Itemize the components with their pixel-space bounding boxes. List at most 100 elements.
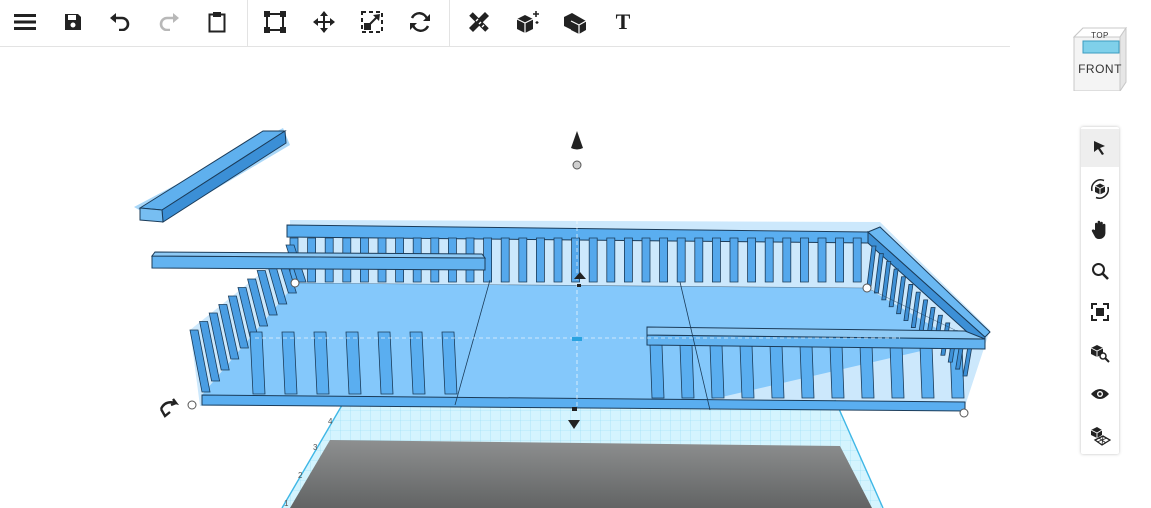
visibility-toggle-button[interactable] — [1081, 375, 1119, 413]
crib-bar — [659, 237, 668, 283]
eye-icon — [1091, 389, 1109, 399]
top-toolbar: T — [0, 0, 1010, 47]
crib-bar — [518, 237, 528, 283]
crib-bar — [345, 331, 362, 395]
object-shadow — [290, 440, 872, 508]
move-button[interactable] — [305, 4, 343, 40]
crib-bar — [782, 237, 792, 283]
crib-bar — [769, 344, 785, 399]
edge-marker — [572, 407, 577, 411]
crib-bar — [624, 237, 633, 283]
crib-bar — [799, 344, 815, 399]
crib-bar — [500, 237, 510, 283]
crib-bar — [409, 331, 426, 395]
workplane-viewport[interactable]: 4 3 2 1 — [0, 46, 1010, 508]
zoom-tool-button[interactable] — [1081, 252, 1119, 290]
cube-sparkle-icon — [516, 11, 539, 33]
crib-bar — [829, 344, 845, 399]
middle-rail-part[interactable] — [151, 251, 487, 271]
orbit-cube-icon — [1091, 179, 1109, 199]
rotate-handle-icon[interactable] — [159, 398, 180, 418]
text-icon: T — [615, 9, 631, 34]
crib-bar — [313, 331, 330, 395]
undo-button[interactable] — [101, 4, 139, 40]
zoom-selected-button[interactable] — [1081, 334, 1119, 372]
hand-icon — [1091, 220, 1106, 240]
ruler-button[interactable] — [460, 4, 498, 40]
crib-bar — [377, 331, 394, 395]
crib-bar — [676, 237, 686, 283]
clipboard-icon — [208, 12, 226, 33]
corner-handle[interactable] — [290, 278, 300, 288]
ruler-tick-label: 4 — [328, 417, 333, 426]
crib-bar — [679, 344, 695, 399]
undo-arrow-icon — [110, 13, 130, 31]
corner-handle[interactable] — [959, 408, 969, 418]
workplane-icon — [1090, 427, 1111, 446]
crib-bar — [739, 344, 755, 399]
bounding-box-button[interactable] — [256, 4, 294, 40]
cube-magnifier-icon — [1090, 345, 1110, 363]
crib-bar — [859, 344, 875, 399]
scale-icon — [361, 11, 383, 33]
crib-bar — [606, 237, 616, 283]
floating-bar-part[interactable] — [134, 128, 290, 223]
corner-handle[interactable] — [862, 283, 872, 293]
bounding-box-icon — [264, 11, 286, 33]
lift-handle[interactable] — [571, 131, 583, 170]
crib-bar — [729, 237, 739, 283]
redo-arrow-icon — [159, 13, 179, 31]
crib-bar — [889, 344, 905, 399]
ruler-tick-label: 3 — [313, 443, 318, 452]
floppy-disk-icon — [65, 14, 81, 30]
menu-button[interactable] — [6, 4, 44, 40]
redo-button[interactable] — [150, 4, 188, 40]
crib-bar — [536, 237, 545, 283]
hamburger-menu-icon — [14, 14, 36, 30]
text-button[interactable]: T — [604, 4, 642, 40]
ruler-pencil-icon — [469, 12, 489, 32]
view-tools-toolbar — [1081, 127, 1119, 454]
crib-bar — [553, 237, 563, 283]
crib-bar — [835, 237, 844, 283]
crib-bar — [694, 237, 704, 283]
cubes-icon — [564, 13, 587, 34]
crib-bar — [649, 344, 665, 399]
ruler-tick-label: 1 — [284, 499, 289, 508]
crib-bar — [641, 237, 651, 283]
ruler-tick-label: 2 — [298, 471, 303, 480]
move-arrows-icon — [313, 11, 335, 33]
clipboard-button[interactable] — [198, 4, 236, 40]
select-tool-button[interactable] — [1081, 129, 1119, 167]
height-handle-marker — [577, 284, 581, 287]
crib-bar — [712, 237, 721, 283]
scale-button[interactable] — [353, 4, 391, 40]
crib-bar — [441, 331, 458, 395]
orbit-tool-button[interactable] — [1081, 170, 1119, 208]
pan-tool-button[interactable] — [1081, 211, 1119, 249]
rotate-button[interactable] — [401, 4, 439, 40]
crib-bar — [709, 344, 725, 399]
crib-bar — [747, 237, 756, 283]
crib-bar — [800, 237, 809, 283]
workplane-tool-button[interactable] — [1081, 416, 1119, 454]
view-cube[interactable]: TOP FRONT — [1073, 27, 1127, 91]
fit-frame-icon — [1091, 303, 1109, 321]
crib-model[interactable] — [151, 220, 991, 412]
fit-view-button[interactable] — [1081, 293, 1119, 331]
save-button[interactable] — [54, 4, 92, 40]
toolbar-divider — [449, 0, 450, 46]
crib-bar — [588, 237, 598, 283]
rotate-arrows-icon — [410, 12, 430, 32]
crib-bar — [852, 237, 862, 283]
crib-bar — [281, 331, 298, 395]
crib-bar — [249, 331, 266, 395]
corner-handle[interactable] — [187, 400, 197, 410]
shapes-button[interactable] — [556, 4, 594, 40]
crib-bar — [764, 237, 774, 283]
crib-bar — [817, 237, 827, 283]
center-marker[interactable] — [572, 337, 582, 341]
view-cube-top-label: TOP — [1091, 31, 1109, 40]
add-shape-button[interactable] — [509, 4, 547, 40]
crib-bar — [919, 344, 935, 399]
